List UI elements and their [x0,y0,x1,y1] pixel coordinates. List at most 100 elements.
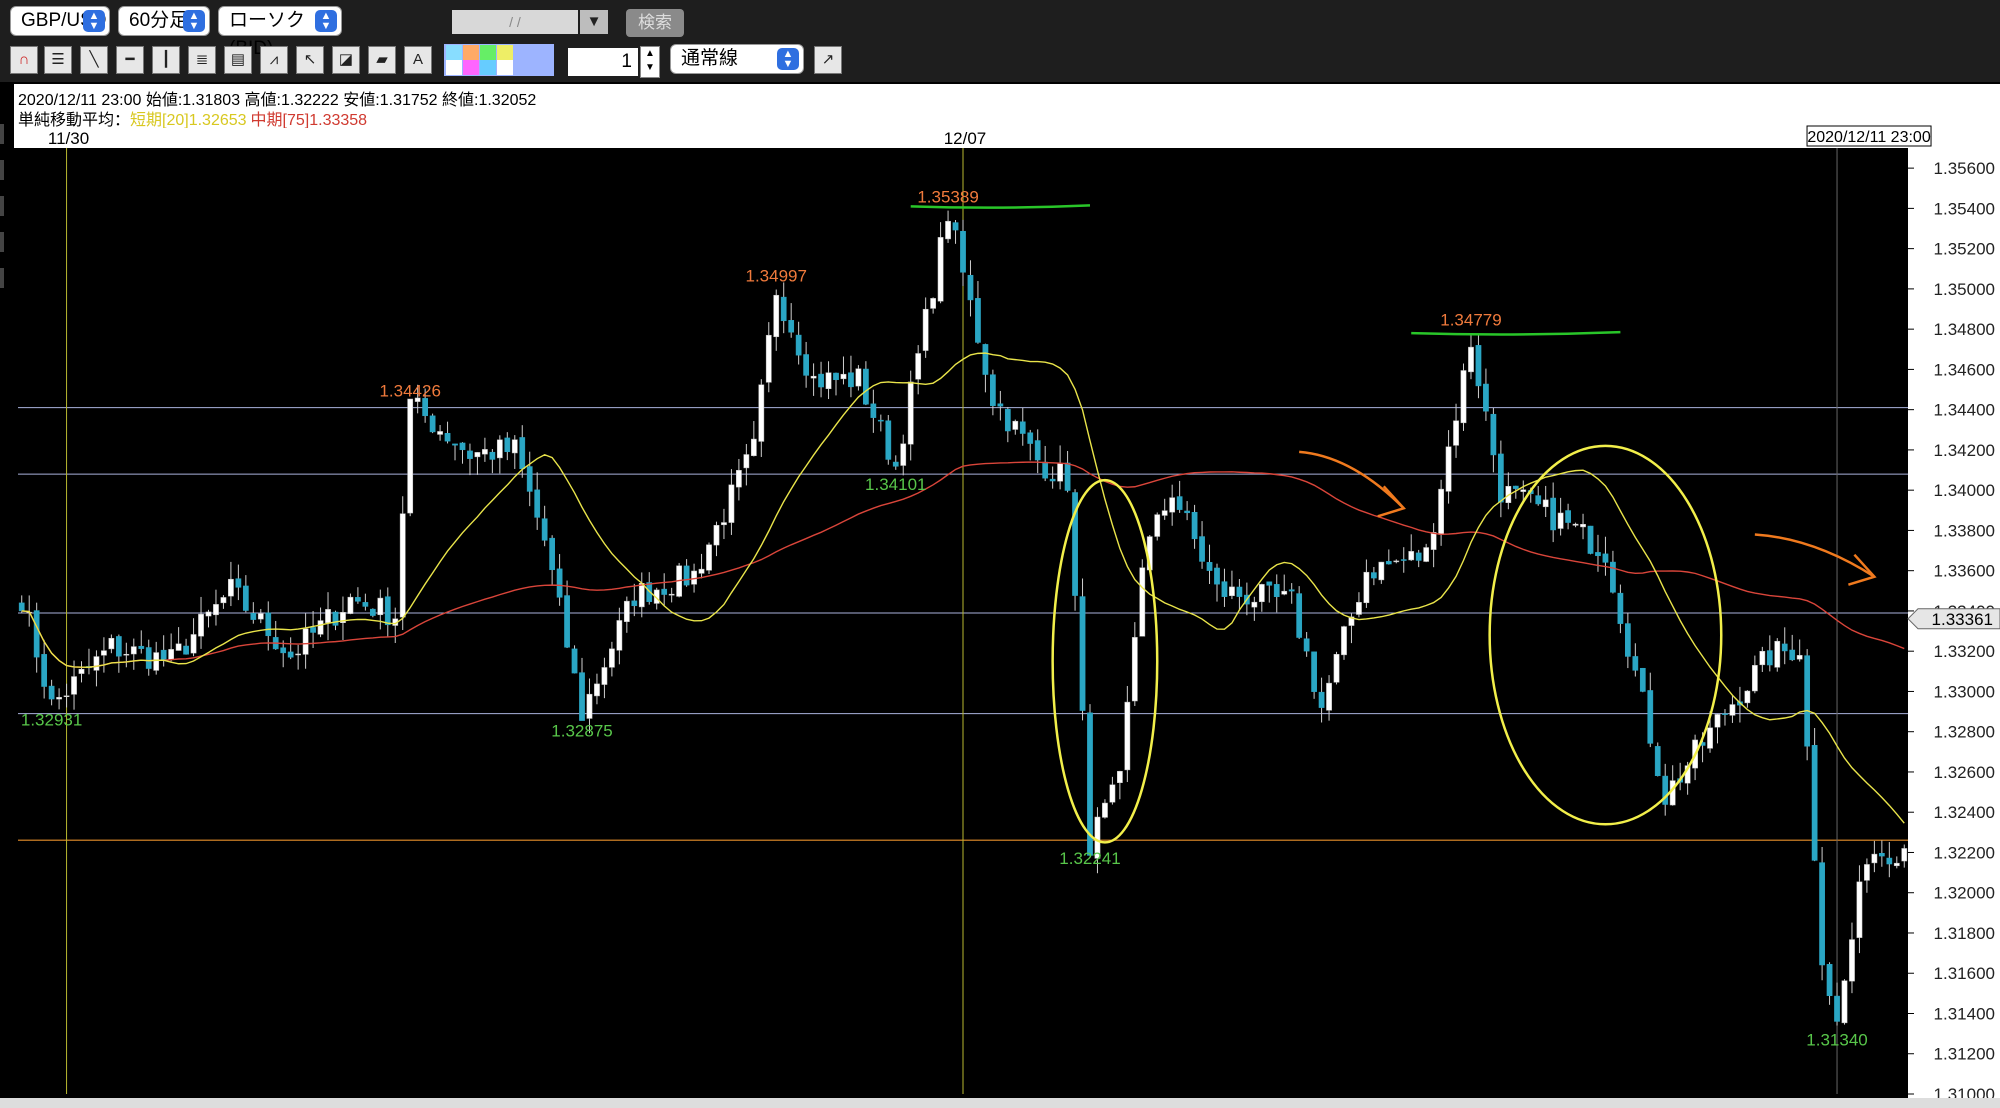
candle-body [1027,432,1034,444]
y-tick-label: 1.35600 [1934,159,1995,178]
candle-body [1445,446,1452,492]
candle-body [1281,590,1288,595]
candle-body [765,334,772,383]
candle-body [429,415,436,433]
peak-label: 1.34426 [379,381,440,400]
candle-body [1901,848,1908,862]
candle-body [997,403,1004,407]
candle-body [721,522,727,526]
candle-body [489,451,496,460]
candle-body [280,647,287,654]
candle-body [1781,643,1788,652]
candle-body [265,612,272,637]
candle-body [840,373,847,380]
candle-body [1191,512,1198,540]
candlestick-chart[interactable]: 1.35600 1.35400 1.35200 1.35000 1.34800 1.346… [0,0,2000,1108]
candle-body [1654,746,1661,776]
y-tick-label: 1.31400 [1934,1004,1995,1023]
candle-body [467,450,473,459]
candle-body [1453,420,1459,446]
candle-body [347,596,354,614]
candle-body [1864,864,1870,881]
candle-body [1049,478,1056,482]
candle-body [407,398,414,514]
candle-body [967,274,974,301]
candle-body [1408,551,1415,561]
candle-body [56,697,62,700]
candle-body [549,537,555,571]
candle-body [138,645,145,649]
candle-body [325,609,331,624]
candle-body [295,653,302,656]
candle-body [1214,567,1220,585]
y-tick-label: 1.35000 [1934,280,1995,299]
candle-body [1722,713,1728,715]
candle-body [526,466,533,492]
candle-body [1131,637,1138,702]
candle-body [1834,995,1840,1022]
candle-body [1826,964,1833,996]
candle-body [153,652,160,671]
y-tick-label: 1.34600 [1934,360,1995,379]
candle-body [758,384,765,442]
y-tick-label: 1.31200 [1934,1045,1995,1064]
candle-body [1378,561,1385,581]
y-tick-label: 1.35400 [1934,199,1995,218]
y-tick-label: 1.32800 [1934,723,1995,742]
candle-body [907,381,914,445]
candle-body [1341,626,1347,656]
candle-body [1893,862,1900,867]
candle-body [1774,640,1781,668]
candle-body [1169,497,1176,513]
candle-body [78,668,85,674]
candle-body [1303,638,1310,652]
candle-body [1512,485,1519,489]
candle-body [743,454,750,469]
candle-body [937,237,944,302]
candle-body [1311,651,1317,692]
candle-body [384,596,391,626]
candle-body [1751,665,1758,692]
candle-body [71,676,77,695]
candle-body [444,433,451,442]
candle-body [1789,649,1796,661]
candle-body [877,419,884,422]
candle-body [1229,586,1235,597]
candle-body [736,470,742,488]
candle-body [930,298,936,309]
candle-body [1647,690,1654,744]
candle-body [691,570,697,585]
candle-body [123,653,130,656]
candle-body [369,608,376,616]
candle-body [1184,510,1190,514]
candle-body [982,344,989,375]
candle-body [422,398,428,417]
candle-body [1371,572,1377,579]
candle-body [863,368,869,405]
y-tick-label: 1.33000 [1934,682,1995,701]
candle-body [609,648,615,668]
candle-body [18,602,25,612]
candle-body [616,620,623,651]
peak-label: 1.32875 [551,722,612,741]
candle-body [1617,592,1624,624]
candle-body [1744,690,1751,704]
candle-body [183,645,189,655]
peak-label: 1.34779 [1440,310,1501,329]
candle-body [556,568,563,598]
candle-body [1385,561,1392,565]
peak-label: 1.34997 [746,266,807,285]
y-tick-label: 1.34400 [1934,401,1995,420]
candle-body [1639,667,1646,692]
candle-body [1258,584,1265,603]
cursor-label: 2020/12/11 23:00 [1807,129,1930,146]
candle-body [437,431,443,435]
candle-body [302,628,309,655]
y-tick-label: 1.33800 [1934,521,1995,540]
candle-body [1273,584,1280,597]
candle-body [1161,510,1168,516]
peak-label: 1.35389 [917,188,978,207]
candle-body [1004,408,1011,432]
candle-body [355,597,361,602]
candle-body [1318,691,1325,708]
